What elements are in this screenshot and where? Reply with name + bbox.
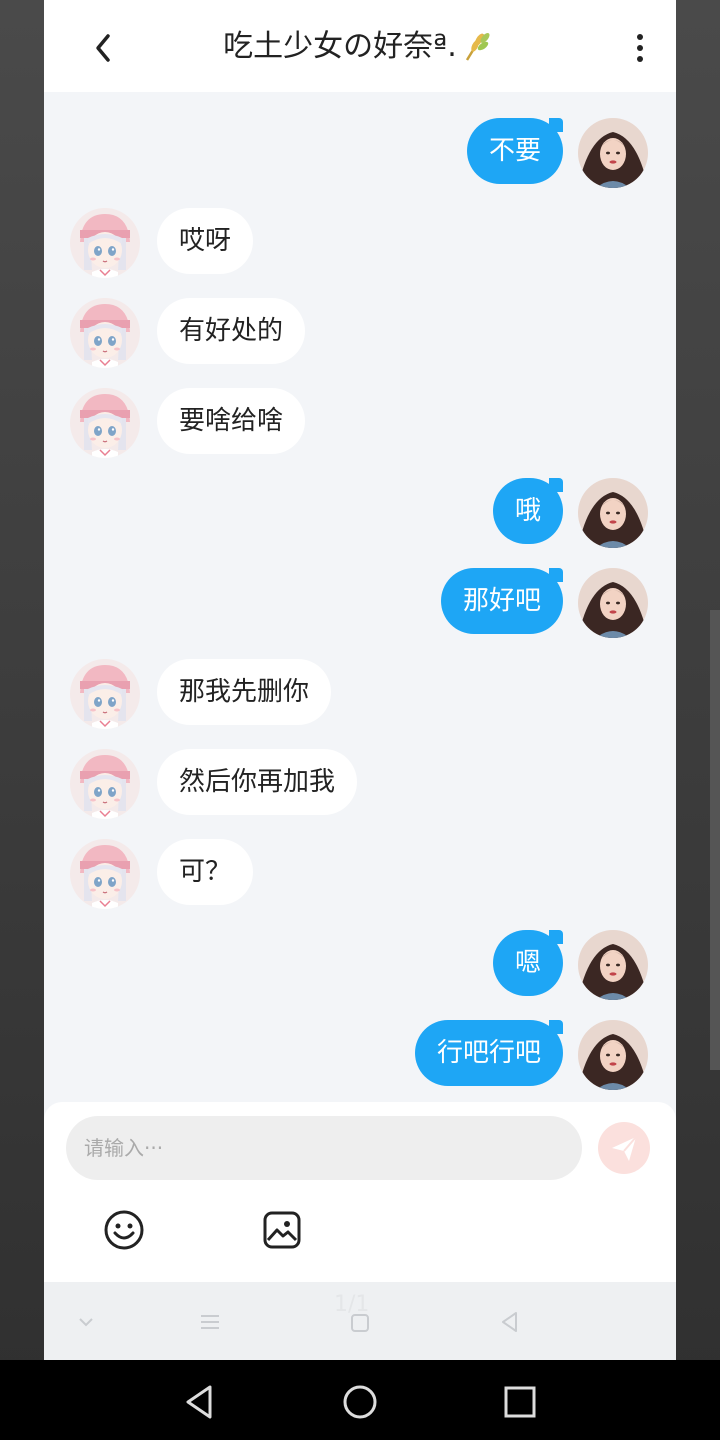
message-bubble[interactable]: 哎呀 bbox=[157, 208, 254, 274]
message-bubble[interactable]: 行吧行吧 bbox=[414, 1020, 564, 1086]
my-avatar[interactable] bbox=[578, 930, 648, 1000]
outgoing-message: 不要 bbox=[44, 118, 676, 188]
message-bubble[interactable]: 哦 bbox=[492, 478, 564, 544]
outgoing-message: 行吧行吧 bbox=[44, 1020, 676, 1090]
nav-recents-icon[interactable] bbox=[498, 1380, 542, 1424]
page-count: 1/1 bbox=[334, 1292, 370, 1317]
paper-plane-icon bbox=[612, 1136, 637, 1161]
message-bubble[interactable]: 不要 bbox=[466, 118, 564, 184]
incoming-message: 有好处的 bbox=[44, 298, 676, 368]
message-bubble[interactable]: 然后你再加我 bbox=[157, 749, 358, 815]
chat-header: 吃土少女の好奈ª. bbox=[44, 0, 676, 92]
my-avatar[interactable] bbox=[578, 478, 648, 548]
outgoing-message: 嗯 bbox=[44, 930, 676, 1000]
background-stripe bbox=[710, 610, 720, 1070]
my-avatar[interactable] bbox=[578, 118, 648, 188]
contact-avatar[interactable] bbox=[70, 388, 140, 458]
composer bbox=[44, 1102, 676, 1282]
incoming-message: 可？ bbox=[44, 839, 676, 909]
send-button[interactable] bbox=[598, 1122, 650, 1174]
system-navigation-bar bbox=[0, 1360, 720, 1440]
contact-avatar[interactable] bbox=[70, 659, 140, 729]
nav-home-icon[interactable] bbox=[338, 1380, 382, 1424]
incoming-message: 哎呀 bbox=[44, 208, 676, 278]
chat-window: 吃土少女の好奈ª. 不要 哎呀 有好处的 要啥给啥 哦 那好吧 那我先删你 然后… bbox=[44, 0, 676, 1360]
bottom-toolbar: 1/1 bbox=[44, 1282, 676, 1360]
triangle-back-icon[interactable] bbox=[496, 1308, 524, 1336]
outgoing-message: 哦 bbox=[44, 478, 676, 548]
message-bubble[interactable]: 嗯 bbox=[492, 930, 564, 996]
message-bubble[interactable]: 那我先删你 bbox=[157, 659, 332, 725]
message-bubble[interactable]: 有好处的 bbox=[157, 298, 306, 364]
chat-title: 吃土少女の好奈ª. bbox=[144, 24, 574, 70]
emoji-icon[interactable] bbox=[102, 1208, 146, 1252]
contact-avatar[interactable] bbox=[70, 208, 140, 278]
incoming-message: 那我先删你 bbox=[44, 659, 676, 729]
menu-icon[interactable] bbox=[196, 1308, 224, 1336]
incoming-message: 要啥给啥 bbox=[44, 388, 676, 458]
message-bubble[interactable]: 那好吧 bbox=[440, 568, 564, 634]
my-avatar[interactable] bbox=[578, 1020, 648, 1090]
my-avatar[interactable] bbox=[578, 568, 648, 638]
message-bubble[interactable]: 可？ bbox=[157, 839, 254, 905]
message-list: 不要 哎呀 有好处的 要啥给啥 哦 那好吧 那我先删你 然后你再加我 可？ 嗯 … bbox=[44, 92, 676, 1102]
contact-avatar[interactable] bbox=[70, 298, 140, 368]
outgoing-message: 那好吧 bbox=[44, 568, 676, 638]
more-options-icon[interactable] bbox=[628, 30, 652, 70]
nav-back-icon[interactable] bbox=[178, 1380, 222, 1424]
contact-avatar[interactable] bbox=[70, 749, 140, 819]
chat-title-text: 吃土少女の好奈ª. bbox=[223, 29, 457, 64]
message-bubble[interactable]: 要啥给啥 bbox=[157, 388, 306, 454]
contact-avatar[interactable] bbox=[70, 839, 140, 909]
back-chevron-icon[interactable] bbox=[84, 26, 124, 70]
wheat-icon bbox=[465, 33, 490, 61]
incoming-message: 然后你再加我 bbox=[44, 749, 676, 819]
message-input[interactable] bbox=[66, 1116, 582, 1180]
image-icon[interactable] bbox=[260, 1208, 304, 1252]
chevron-down-icon[interactable] bbox=[72, 1308, 100, 1336]
